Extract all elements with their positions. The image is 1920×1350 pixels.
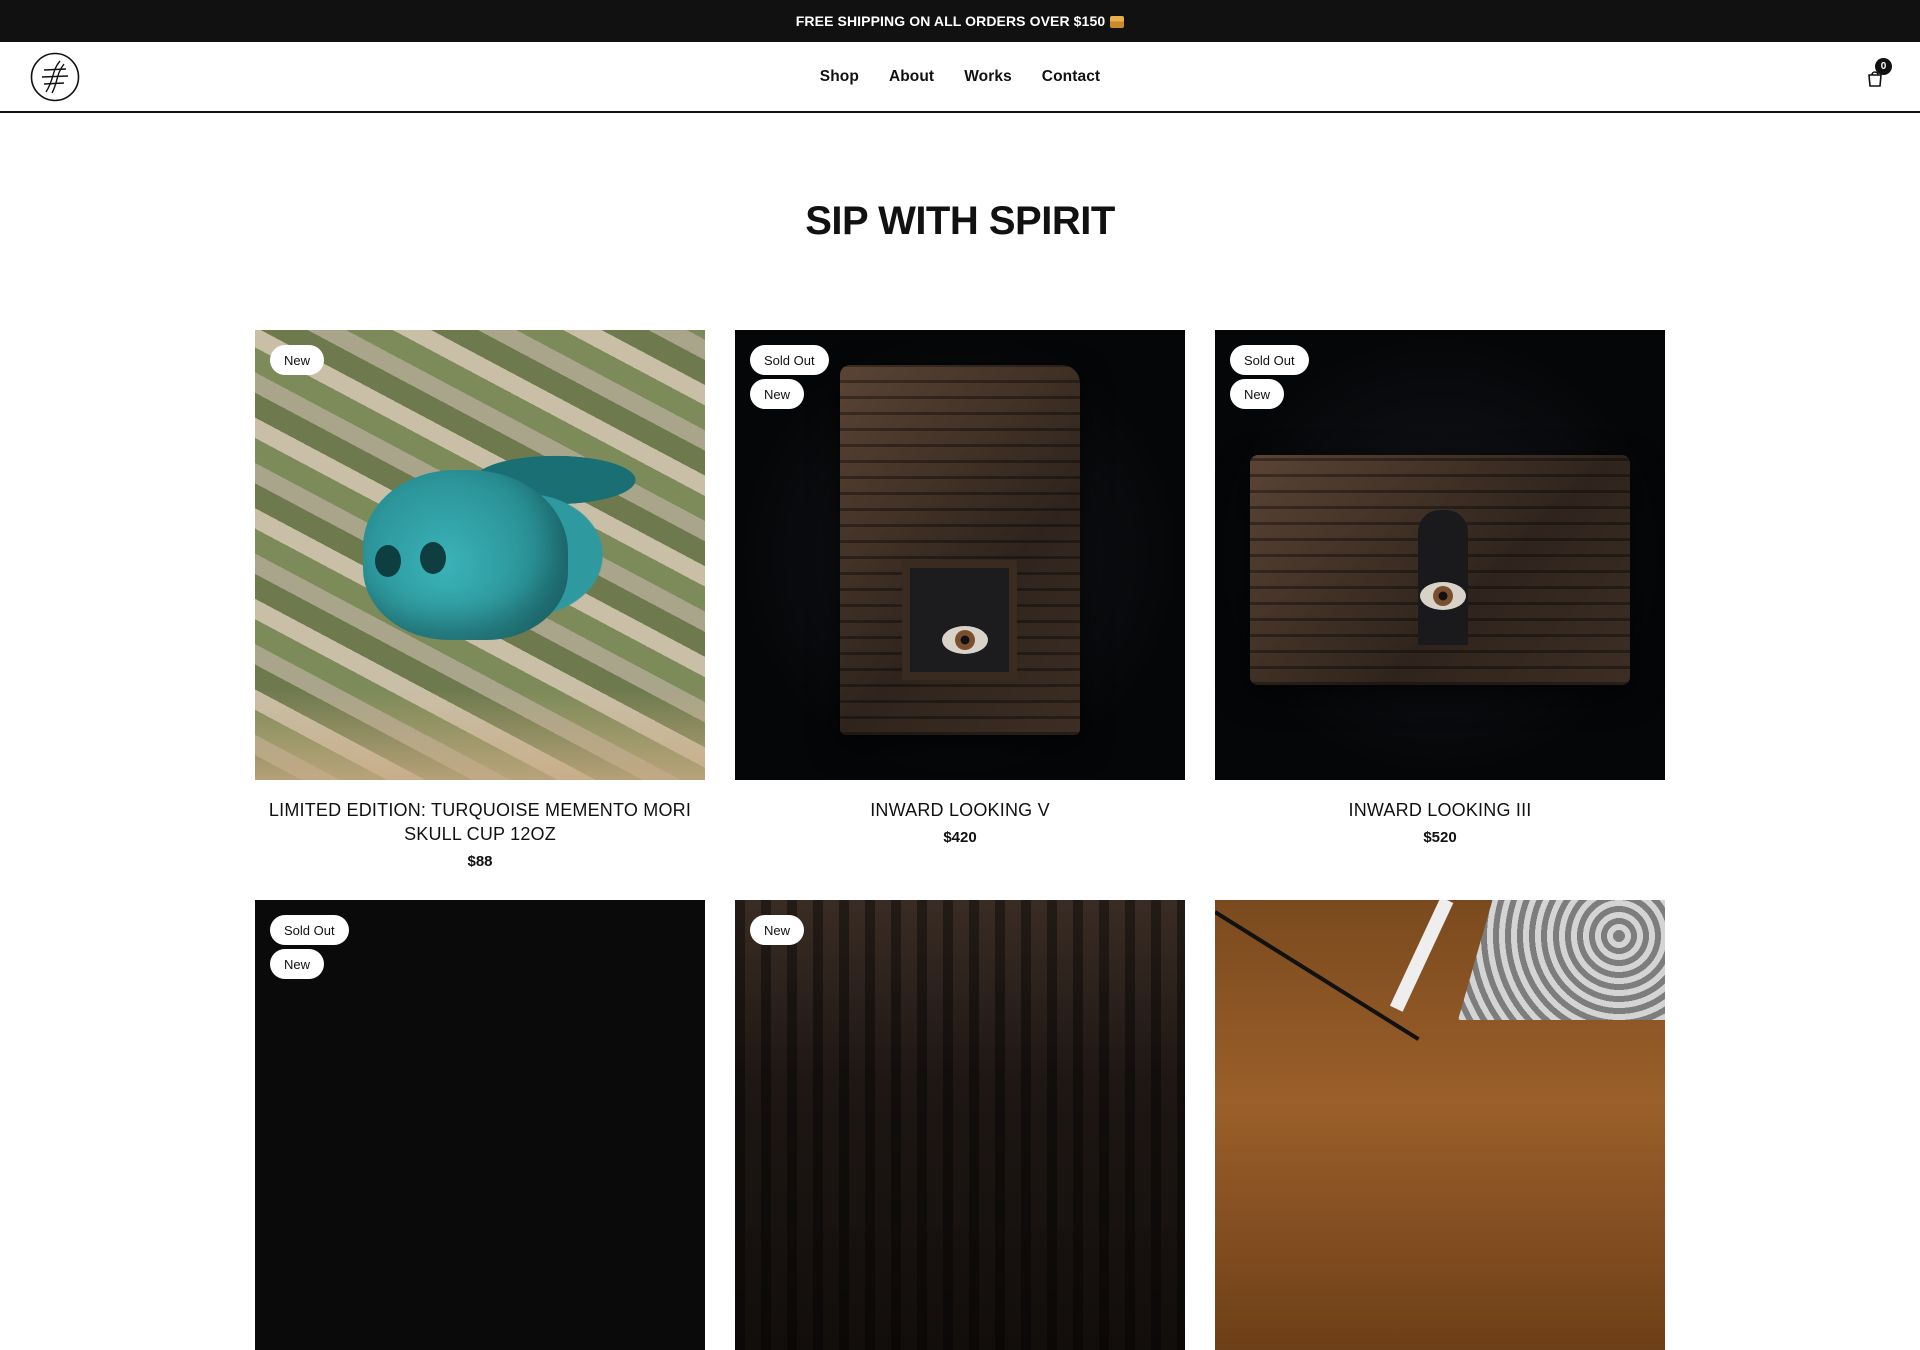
product-card[interactable]: Sold Out New	[255, 900, 705, 1350]
product-image[interactable]: Sold Out New	[1215, 330, 1665, 780]
product-title[interactable]: LIMITED EDITION: TURQUOISE MEMENTO MORI …	[255, 798, 705, 846]
sold-out-badge: Sold Out	[750, 345, 829, 375]
cart-count-badge: 0	[1875, 58, 1892, 75]
nav-contact[interactable]: Contact	[1042, 68, 1100, 86]
nav-about[interactable]: About	[889, 68, 934, 86]
product-card[interactable]: Sold Out New INWARD LOOKING III $520	[1215, 330, 1665, 870]
nav-shop[interactable]: Shop	[820, 68, 859, 86]
product-image[interactable]: New	[735, 900, 1185, 1350]
product-price: $420	[943, 829, 977, 846]
sold-out-badge: Sold Out	[1230, 345, 1309, 375]
product-price: $88	[467, 853, 493, 870]
new-badge: New	[1230, 379, 1285, 409]
announcement-text: FREE SHIPPING ON ALL ORDERS OVER $150	[795, 13, 1106, 29]
product-image[interactable]: New	[255, 330, 705, 780]
product-card[interactable]: New LIMITED EDITION: TURQUOISE MEMENTO M…	[255, 330, 705, 870]
page-title: SIP WITH SPIRIT	[805, 199, 1115, 243]
new-badge: New	[270, 345, 325, 375]
cart-button[interactable]: 0	[1860, 58, 1892, 94]
brand-logo[interactable]	[30, 52, 80, 102]
product-title[interactable]: INWARD LOOKING V	[735, 798, 1185, 822]
product-image[interactable]: Sold Out New	[255, 900, 705, 1350]
announcement-bar: FREE SHIPPING ON ALL ORDERS OVER $150	[0, 0, 1920, 42]
product-price: $520	[1423, 829, 1457, 846]
product-card[interactable]: Sold Out New INWARD LOOKING V $420	[735, 330, 1185, 870]
nav-works[interactable]: Works	[964, 68, 1012, 86]
product-title[interactable]: INWARD LOOKING III	[1215, 798, 1665, 822]
product-image[interactable]	[1215, 900, 1665, 1350]
main-nav: Shop About Works Contact	[820, 68, 1100, 86]
new-badge: New	[750, 915, 805, 945]
package-icon	[1110, 16, 1125, 28]
product-card[interactable]: New	[735, 900, 1185, 1350]
new-badge: New	[750, 379, 805, 409]
sold-out-badge: Sold Out	[270, 915, 349, 945]
product-grid: New LIMITED EDITION: TURQUOISE MEMENTO M…	[255, 330, 1665, 1350]
new-badge: New	[270, 949, 325, 979]
product-card[interactable]	[1215, 900, 1665, 1350]
product-image[interactable]: Sold Out New	[735, 330, 1185, 780]
site-header: Shop About Works Contact 0	[0, 42, 1920, 113]
